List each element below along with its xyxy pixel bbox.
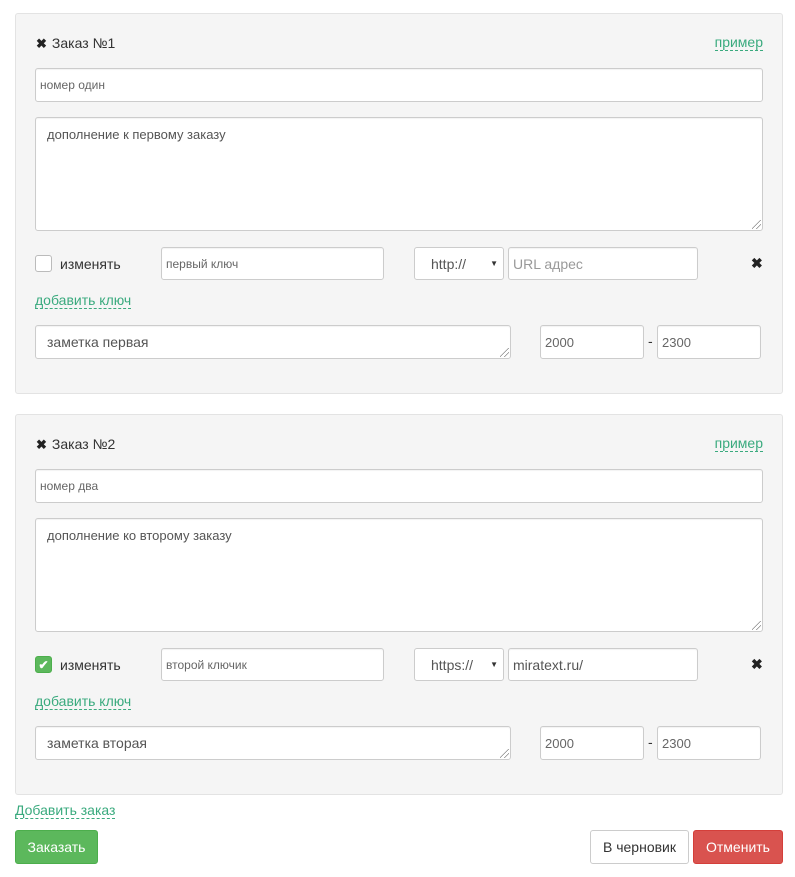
range-separator: - [648,734,653,750]
resize-grip-icon[interactable] [752,621,761,630]
change-checkbox-label: изменять [60,256,121,272]
key-input[interactable]: первый ключ [161,247,384,280]
resize-grip-icon[interactable] [500,348,509,357]
protocol-select-value: https:// [431,656,474,673]
order-addition-text: дополнение к первому заказу [47,127,226,142]
order-panel-2: ✖ Заказ №2 пример номер два дополнение к… [15,414,783,795]
order-addition-textarea[interactable]: дополнение к первому заказу [35,117,763,231]
resize-grip-icon[interactable] [500,749,509,758]
protocol-select[interactable]: https:// ▼ [414,648,504,681]
order-title-1: ✖ Заказ №1 [36,35,115,51]
url-input[interactable]: miratext.ru/ [508,648,698,681]
check-icon: ✔ [38,657,49,672]
order-button[interactable]: Заказать [15,830,98,864]
remove-key-icon[interactable]: ✖ [751,255,763,272]
order-title-label: Заказ №2 [51,436,116,452]
key-input[interactable]: второй ключик [161,648,384,681]
url-input[interactable]: URL адрес [508,247,698,280]
note-text: заметка вторая [47,735,147,751]
caret-down-icon: ▼ [490,259,498,268]
add-key-link[interactable]: добавить ключ [35,693,132,710]
order-title-label: Заказ №1 [51,35,116,51]
note-textarea[interactable]: заметка вторая [35,726,511,760]
example-link[interactable]: пример [714,435,763,452]
range-from-input[interactable]: 2000 [540,325,644,359]
order-addition-text: дополнение ко второму заказу [47,528,232,543]
remove-order-icon[interactable]: ✖ [36,37,47,50]
order-panel-1: ✖ Заказ №1 пример номер один дополнение … [15,13,783,394]
add-key-link[interactable]: добавить ключ [35,292,132,309]
caret-down-icon: ▼ [490,660,498,669]
order-number-input[interactable]: номер два [35,469,763,503]
change-checkbox-label: изменять [60,657,121,673]
range-to-input[interactable]: 2300 [657,325,761,359]
add-order-link[interactable]: Добавить заказ [15,802,116,819]
draft-button[interactable]: В черновик [590,830,689,864]
range-to-input[interactable]: 2300 [657,726,761,760]
change-checkbox[interactable]: ✔ [35,656,52,673]
example-link[interactable]: пример [714,34,763,51]
remove-order-icon[interactable]: ✖ [36,438,47,451]
note-textarea[interactable]: заметка первая [35,325,511,359]
order-addition-textarea[interactable]: дополнение ко второму заказу [35,518,763,632]
protocol-select-value: http:// [431,255,467,272]
range-separator: - [648,333,653,349]
order-number-input[interactable]: номер один [35,68,763,102]
note-text: заметка первая [47,334,149,350]
resize-grip-icon[interactable] [752,220,761,229]
range-from-input[interactable]: 2000 [540,726,644,760]
remove-key-icon[interactable]: ✖ [751,656,763,673]
protocol-select[interactable]: http:// ▼ [414,247,504,280]
change-checkbox[interactable] [35,255,52,272]
cancel-button[interactable]: Отменить [693,830,783,864]
order-title-2: ✖ Заказ №2 [36,436,115,452]
